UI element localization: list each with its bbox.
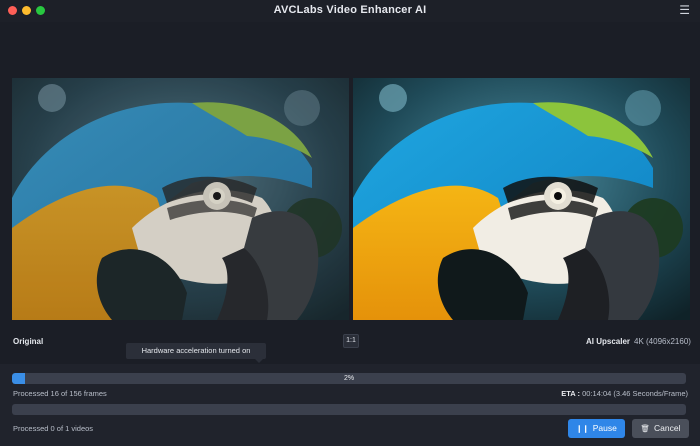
app-title: AVCLabs Video Enhancer AI bbox=[273, 4, 427, 16]
title-bar: AVCLabs Video Enhancer AI ☰ bbox=[0, 0, 700, 22]
original-preview-image bbox=[12, 78, 349, 320]
processed-frames-text: Processed 16 of 156 frames bbox=[13, 389, 107, 398]
eta-value: 00:14:04 (3.46 Seconds/Frame) bbox=[582, 389, 688, 398]
preview-area bbox=[0, 22, 700, 332]
hamburger-menu-icon[interactable]: ☰ bbox=[679, 3, 690, 17]
eta-label: ETA : bbox=[561, 389, 580, 398]
original-label: Original bbox=[13, 337, 44, 346]
preview-labels-row: Original 1:1 AI Upscaler 4K (4096x2160) bbox=[0, 333, 700, 351]
pause-icon: ❙❙ bbox=[576, 424, 589, 433]
enhanced-preview-image bbox=[353, 78, 690, 320]
resolution-label: 4K (4096x2160) bbox=[634, 337, 691, 346]
pause-label: Pause bbox=[592, 423, 617, 433]
cancel-label: Cancel bbox=[654, 423, 681, 433]
processed-videos-text: Processed 0 of 1 videos bbox=[13, 424, 94, 433]
model-label: AI Upscaler bbox=[586, 337, 631, 346]
frame-progress-percent: 2% bbox=[343, 375, 355, 382]
ratio-1-1-button[interactable]: 1:1 bbox=[343, 334, 359, 348]
eta-text: ETA : 00:14:04 (3.46 Seconds/Frame) bbox=[561, 389, 688, 398]
pause-button[interactable]: ❙❙ Pause bbox=[568, 419, 625, 438]
frame-progress-bar: 2% bbox=[12, 373, 686, 384]
hardware-acceleration-tooltip: Hardware acceleration turned on bbox=[126, 343, 266, 359]
trash-icon: 🗑 bbox=[640, 424, 651, 433]
cancel-button[interactable]: 🗑 Cancel bbox=[632, 419, 689, 438]
video-progress-bar bbox=[12, 404, 686, 415]
tooltip-arrow bbox=[255, 359, 263, 363]
